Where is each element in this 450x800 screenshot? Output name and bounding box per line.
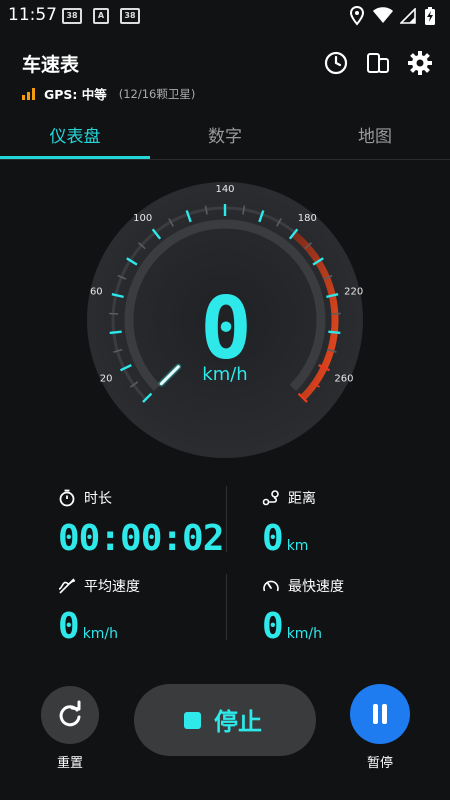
gps-signal-icon bbox=[22, 87, 36, 100]
notification-icon: 38 bbox=[62, 8, 82, 24]
distance-stat: 距离 0 km bbox=[262, 488, 422, 568]
stats-divider bbox=[226, 486, 227, 552]
speed-unit: km/h bbox=[202, 364, 248, 385]
notification-icon: A bbox=[93, 8, 109, 24]
gauge-label: 140 bbox=[215, 184, 234, 195]
stats-divider bbox=[226, 574, 227, 640]
stop-icon bbox=[184, 712, 201, 729]
max-speed-unit: km/h bbox=[286, 626, 323, 642]
distance-unit: km bbox=[286, 538, 309, 554]
history-icon[interactable] bbox=[323, 50, 349, 76]
gps-satellites: (12/16颗卫星) bbox=[118, 86, 196, 101]
refresh-icon bbox=[59, 700, 81, 727]
tab-map[interactable]: 地图 bbox=[300, 115, 450, 159]
avg-speed-stat: 平均速度 0 km/h bbox=[58, 576, 218, 656]
avg-speed-value: 0 bbox=[58, 606, 80, 647]
page-title: 车速表 bbox=[22, 54, 80, 76]
max-speed-value: 0 bbox=[262, 606, 284, 647]
distance-value: 0 bbox=[262, 518, 284, 559]
tab-dashboard[interactable]: 仪表盘 bbox=[0, 115, 150, 159]
location-icon bbox=[350, 6, 364, 26]
distance-label: 距离 bbox=[288, 491, 316, 507]
gauge-label: 180 bbox=[298, 213, 317, 224]
tab-digital[interactable]: 数字 bbox=[150, 115, 300, 159]
trip-stats: 时长 00:00:02 距离 0 km 平均速度 0 km/h 最快速度 0 k… bbox=[0, 480, 450, 650]
duration-label: 时长 bbox=[84, 491, 112, 507]
control-bar: 重置 停止 暂停 bbox=[0, 680, 450, 800]
pause-label: 暂停 bbox=[366, 756, 393, 771]
stop-button[interactable]: 停止 bbox=[134, 684, 316, 756]
gauge-label: 100 bbox=[133, 213, 152, 224]
rotate-screen-icon[interactable] bbox=[365, 50, 391, 76]
status-bar: 11:57 38 A 38 bbox=[0, 0, 450, 32]
max-speed-stat: 最快速度 0 km/h bbox=[262, 576, 422, 656]
pause-icon bbox=[373, 704, 387, 724]
reset-button[interactable] bbox=[41, 686, 99, 744]
speed-gauge-icon bbox=[263, 580, 279, 592]
current-speed: 0 bbox=[200, 279, 252, 379]
tab-bar: 仪表盘 数字 地图 bbox=[0, 115, 450, 160]
tab-active-indicator bbox=[0, 156, 150, 159]
speedometer-gauge: 20 60 100 140 180 220 260 0 km/h bbox=[85, 180, 365, 460]
average-icon bbox=[58, 578, 76, 594]
battery-icon bbox=[425, 7, 435, 25]
notification-icon: 38 bbox=[120, 8, 140, 24]
wifi-icon bbox=[373, 7, 393, 23]
gps-status: GPS: 中等 (12/16颗卫星) bbox=[22, 84, 196, 102]
reset-label: 重置 bbox=[56, 756, 83, 771]
stopwatch-icon bbox=[59, 489, 75, 507]
settings-gear-icon[interactable] bbox=[407, 50, 433, 76]
status-time: 11:57 bbox=[8, 5, 57, 25]
duration-stat: 时长 00:00:02 bbox=[58, 488, 224, 568]
stop-label: 停止 bbox=[214, 708, 262, 736]
avg-speed-label: 平均速度 bbox=[84, 579, 140, 595]
route-icon bbox=[262, 490, 279, 506]
app-header: 车速表 GPS: 中等 (12/16颗卫星) bbox=[0, 32, 450, 112]
avg-speed-unit: km/h bbox=[82, 626, 119, 642]
max-speed-label: 最快速度 bbox=[288, 579, 344, 595]
duration-value: 00:00:02 bbox=[58, 518, 224, 559]
cell-signal-icon bbox=[400, 8, 416, 24]
pause-button[interactable] bbox=[350, 684, 410, 744]
gps-quality: GPS: 中等 bbox=[43, 87, 107, 102]
